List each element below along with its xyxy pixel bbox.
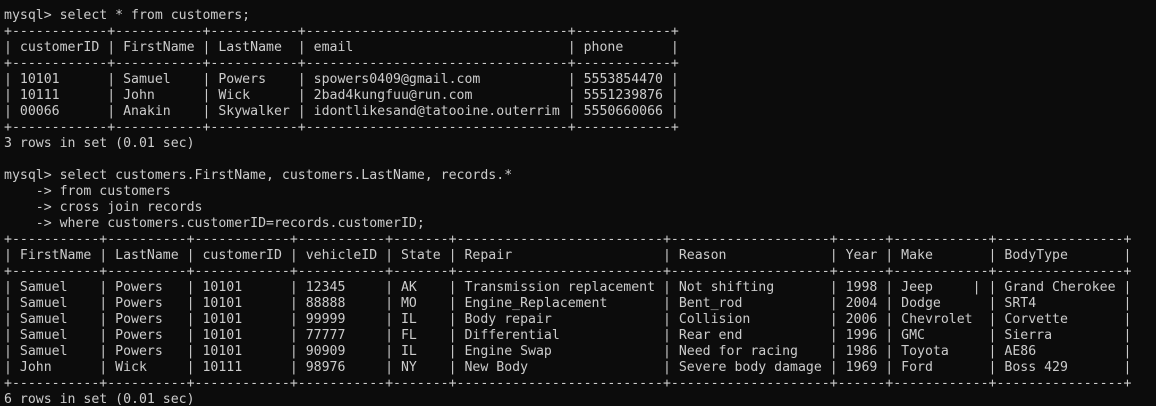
prompt-line-select-join: mysql> select customers.FirstName, custo… bbox=[4, 168, 513, 183]
table-border: +-----------+----------+------------+---… bbox=[4, 376, 1132, 391]
continuation-line: -> where customers.customerID=records.cu… bbox=[4, 216, 425, 231]
continuation-line: -> cross join records bbox=[4, 200, 203, 215]
table-row: | 10101 | Samuel | Powers | spowers0409@… bbox=[4, 72, 679, 87]
table-header-row: | FirstName | LastName | customerID | ve… bbox=[4, 248, 1132, 263]
table-row: | Samuel | Powers | 10101 | 77777 | FL |… bbox=[4, 328, 1132, 343]
table-border: +------------+-----------+-----------+--… bbox=[4, 56, 679, 71]
table-header-row: | customerID | FirstName | LastName | em… bbox=[4, 40, 679, 55]
table-row: | Samuel | Powers | 10101 | 90909 | IL |… bbox=[4, 344, 1132, 359]
table-border: +-----------+----------+------------+---… bbox=[4, 232, 1132, 247]
terminal-window[interactable]: mysql> select * from customers; +-------… bbox=[4, 0, 1154, 406]
table-border: +------------+-----------+-----------+--… bbox=[4, 120, 679, 135]
table-row: | 00066 | Anakin | Skywalker | idontlike… bbox=[4, 104, 679, 119]
table-row: | Samuel | Powers | 10101 | 99999 | IL |… bbox=[4, 312, 1132, 327]
table-border: +------------+-----------+-----------+--… bbox=[4, 24, 679, 39]
result-summary: 3 rows in set (0.01 sec) bbox=[4, 136, 195, 151]
continuation-line: -> from customers bbox=[4, 184, 171, 199]
table-row: | John | Wick | 10111 | 98976 | NY | New… bbox=[4, 360, 1132, 375]
table-row: | 10111 | John | Wick | 2bad4kungfuu@run… bbox=[4, 88, 679, 103]
table-row: | Samuel | Powers | 10101 | 88888 | MO |… bbox=[4, 296, 1132, 311]
table-row: | Samuel | Powers | 10101 | 12345 | AK |… bbox=[4, 280, 1132, 295]
table-border: +-----------+----------+------------+---… bbox=[4, 264, 1132, 279]
result-summary: 6 rows in set (0.01 sec) bbox=[4, 392, 195, 406]
prompt-line-select-customers: mysql> select * from customers; bbox=[4, 8, 251, 23]
